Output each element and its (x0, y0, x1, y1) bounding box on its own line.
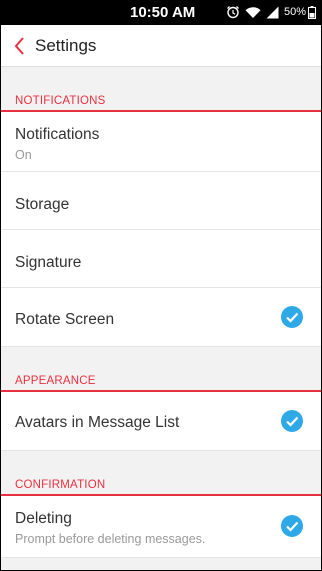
wifi-icon (245, 6, 261, 18)
setting-deleting[interactable]: Deleting Prompt before deleting messages… (0, 496, 322, 558)
setting-title: Avatars in Message List (15, 414, 180, 431)
section-header-label: NOTIFICATIONS (15, 95, 106, 107)
section-header-notifications: NOTIFICATIONS (0, 90, 322, 112)
alarm-icon (227, 6, 239, 19)
setting-title: Rotate Screen (15, 311, 115, 328)
setting-subtitle: On (15, 148, 32, 162)
section-header-label: APPEARANCE (15, 375, 96, 387)
section-header-confirmation: CONFIRMATION (0, 474, 322, 496)
checkbox-checked-icon[interactable] (281, 515, 303, 537)
status-icons: 50% (226, 5, 316, 19)
setting-title: Notifications (15, 126, 100, 143)
app-bar: Settings (0, 25, 322, 67)
battery-indicator: 50% (283, 5, 316, 19)
setting-title: Deleting (15, 510, 72, 527)
setting-title: Storage (15, 196, 70, 213)
checkbox-checked-icon[interactable] (281, 306, 303, 328)
setting-subtitle: Prompt before deleting messages. (15, 532, 206, 546)
setting-notifications[interactable]: Notifications On (0, 112, 322, 172)
setting-signature[interactable]: Signature (0, 230, 322, 288)
status-bar: 10:50 AM 50% (0, 0, 322, 25)
section-header-label: CONFIRMATION (15, 479, 106, 491)
battery-percent: 50% (283, 6, 306, 18)
section-spacer (0, 347, 322, 370)
section-spacer (0, 451, 322, 474)
section-spacer (0, 67, 322, 90)
section-header-appearance: APPEARANCE (0, 370, 322, 392)
battery-icon (308, 5, 316, 19)
checkbox-checked-icon[interactable] (281, 410, 303, 432)
chevron-left-icon[interactable] (12, 35, 28, 57)
setting-avatars[interactable]: Avatars in Message List (0, 392, 322, 451)
setting-title: Signature (15, 254, 82, 271)
page-title: Settings (35, 36, 97, 55)
status-time: 10:50 AM (130, 4, 196, 21)
setting-storage[interactable]: Storage (0, 172, 322, 230)
setting-rotate-screen[interactable]: Rotate Screen (0, 288, 322, 347)
signal-icon (266, 6, 279, 18)
